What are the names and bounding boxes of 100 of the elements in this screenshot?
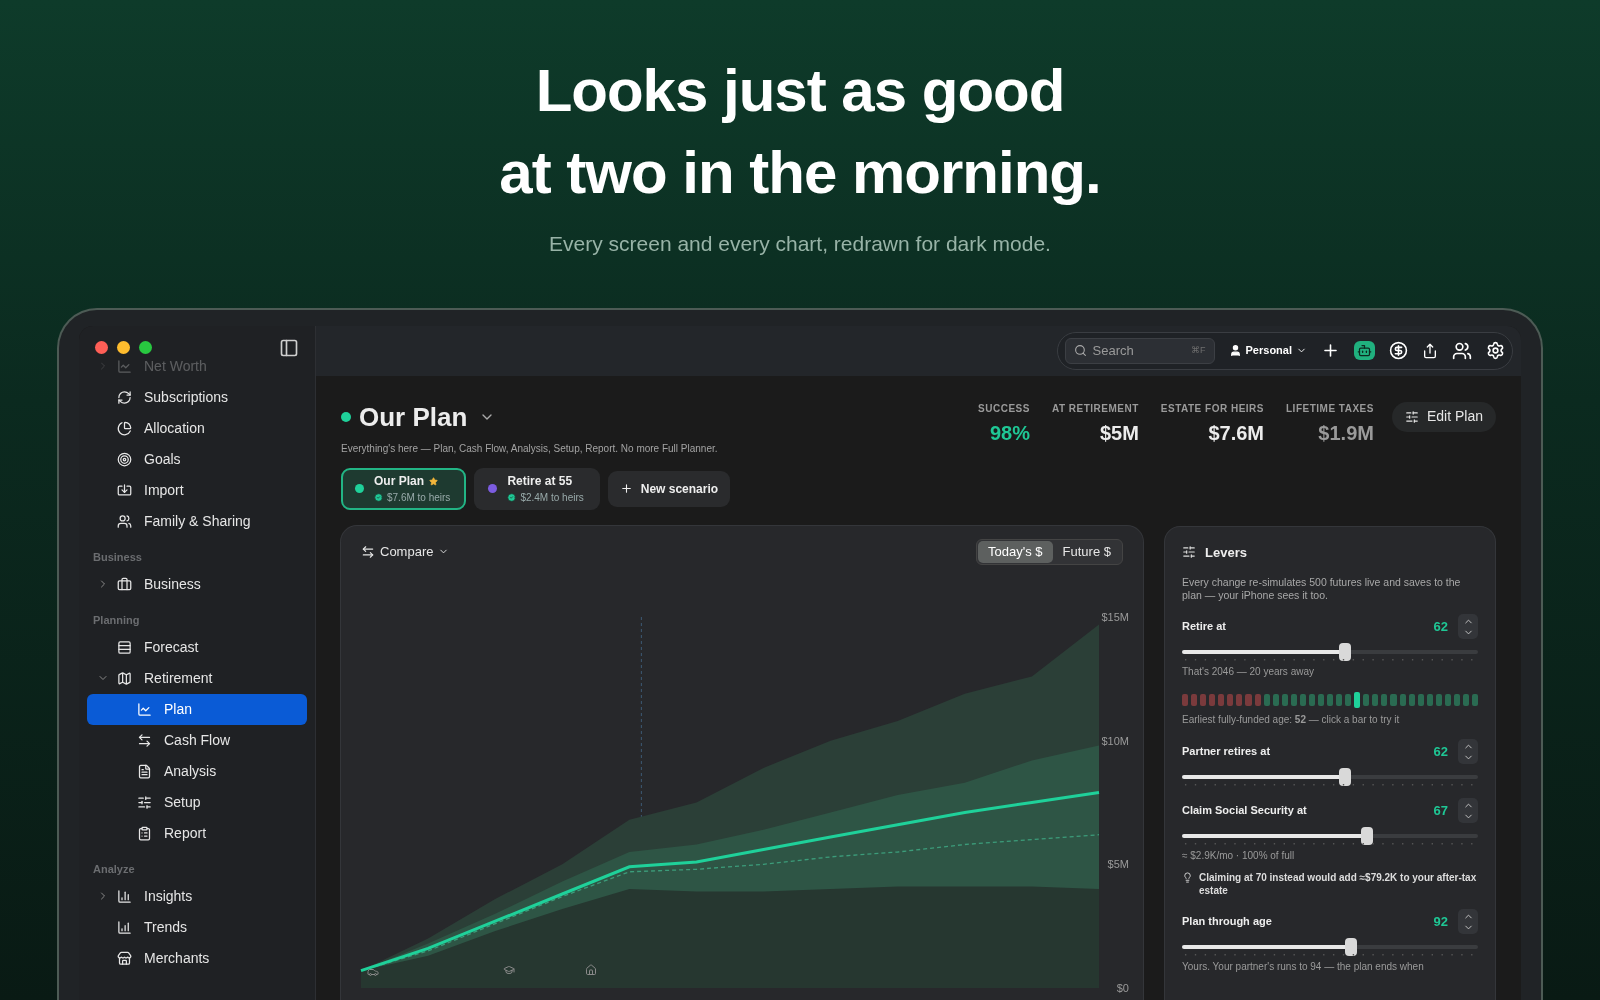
compare-menu[interactable]: Compare	[361, 541, 450, 562]
add-icon	[619, 482, 633, 495]
lever-value: 92	[1433, 912, 1448, 931]
scenario-name: Retire at 55	[507, 473, 573, 490]
line-chart-icon	[137, 701, 152, 717]
check-icon	[374, 493, 383, 502]
document-icon	[137, 763, 152, 779]
add-icon[interactable]	[1321, 341, 1340, 360]
sidebar-item[interactable]: Retirement	[87, 662, 307, 694]
section-heading: Business	[92, 550, 143, 565]
sidebar-item[interactable]: Business	[87, 568, 307, 600]
search-input[interactable]: Search	[1092, 340, 1173, 361]
sidebar-item[interactable]: Trends	[87, 911, 307, 943]
sidebar-item[interactable]: Report	[87, 817, 307, 849]
sidebar-item[interactable]: Setup	[87, 786, 307, 818]
sidebar-item[interactable]: Goals	[87, 443, 307, 475]
share-icon[interactable]	[1422, 342, 1438, 359]
lever-label: Retire at	[1182, 619, 1227, 635]
stepper[interactable]	[1458, 909, 1478, 934]
stat-value: $7.6M	[1208, 420, 1264, 446]
stepper[interactable]	[1458, 798, 1478, 823]
store-icon	[117, 950, 132, 966]
lever-label: Partner retires at	[1182, 744, 1271, 760]
stepper[interactable]	[1458, 614, 1478, 639]
lever-value: 62	[1433, 617, 1448, 636]
sidebar-item[interactable]: Import	[87, 474, 307, 506]
sidebar-item[interactable]: Subscriptions	[87, 381, 307, 413]
check-icon	[507, 493, 517, 502]
slider-thumb[interactable]	[1338, 768, 1351, 786]
axis-label: $10M	[1101, 734, 1129, 747]
zoom-button[interactable]	[139, 341, 152, 354]
car-icon	[367, 968, 379, 976]
bars-caption: Earliest fully-funded age: 52 — click a bar to try it	[1182, 713, 1401, 727]
import-icon	[117, 482, 132, 498]
minimize-button[interactable]	[117, 341, 130, 354]
sidebar-item[interactable]: Merchants	[87, 942, 307, 974]
profile-menu[interactable]: Personal	[1228, 342, 1307, 359]
sidebar-item[interactable]: Insights	[87, 880, 307, 912]
sliders-icon	[1182, 545, 1196, 560]
lever-note: That's 2046 — 20 years away	[1182, 665, 1315, 679]
toggle-option[interactable]: Today's $	[978, 540, 1053, 563]
search-icon	[1073, 344, 1087, 357]
star-icon	[429, 476, 438, 486]
column-chart-icon	[117, 919, 132, 935]
slider-track[interactable]	[1182, 775, 1478, 779]
shortcut-label: ⌘F	[1191, 343, 1206, 357]
slider-track[interactable]	[1182, 650, 1478, 654]
sliders-icon	[1404, 409, 1419, 424]
sliders-icon	[137, 794, 152, 810]
scenario-card[interactable]: Retire at 55 $2.4M to heirs	[474, 467, 600, 510]
slider-thumb[interactable]	[1344, 938, 1357, 956]
clipboard-icon	[137, 825, 152, 841]
target-icon	[117, 451, 132, 467]
arrows-icon	[137, 732, 152, 748]
levers-description: Every change re-simulates 500 futures live and saves to the plan — your iPhone sees it too.	[1182, 576, 1462, 602]
robot-icon[interactable]	[1354, 341, 1375, 360]
scenario-detail: $2.4M to heirs	[520, 491, 584, 505]
briefcase-icon	[117, 576, 132, 592]
sidebar-item[interactable]: Forecast	[87, 631, 307, 663]
lever-value: 67	[1433, 801, 1448, 820]
stepper[interactable]	[1458, 739, 1478, 764]
lever-note: ≈ $2.9K/mo · 100% of full	[1182, 849, 1296, 863]
person-icon	[1228, 344, 1242, 357]
edit-plan-button[interactable]: Edit Plan	[1391, 401, 1496, 432]
pie-chart-icon	[117, 420, 132, 436]
lightbulb-icon	[1182, 872, 1193, 883]
sidebar-item[interactable]: Analysis	[87, 755, 307, 787]
slider-track[interactable]	[1182, 945, 1478, 949]
slider-track[interactable]	[1182, 834, 1478, 838]
bar-chart-icon	[117, 888, 132, 904]
section-heading: Analyze	[92, 862, 136, 877]
close-button[interactable]	[95, 341, 108, 354]
scenario-card[interactable]: Our Plan $7.6M to heirs	[341, 467, 467, 510]
stat-label: LIFETIME TAXES	[1286, 401, 1374, 416]
rows-icon	[117, 639, 132, 655]
plan-subtitle: Everything's here — Plan, Cash Flow, Analysis, Setup, Report. No more Full Planner.	[341, 441, 718, 456]
sidebar-item[interactable]: Plan	[87, 693, 307, 725]
sidebar-item[interactable]: Family & Sharing	[87, 505, 307, 537]
lever-note: Yours. Your partner's runs to 94 — the plan ends when	[1182, 960, 1425, 974]
axis-label: $0	[1116, 981, 1129, 994]
sidebar-item[interactable]: Allocation	[87, 412, 307, 444]
levers-title: Levers	[1205, 543, 1247, 562]
stat-label: AT RETIREMENT	[1051, 401, 1139, 416]
age-bar[interactable]	[1354, 692, 1361, 708]
toggle-option[interactable]: Future $	[1052, 540, 1121, 563]
people-icon[interactable]	[1452, 340, 1472, 361]
new-scenario-button[interactable]: New scenario	[607, 470, 731, 507]
sidebar-item[interactable]: Cash Flow	[87, 724, 307, 756]
slider-thumb[interactable]	[1361, 827, 1373, 845]
scenario-name: Our Plan	[374, 473, 424, 490]
scenario-detail: $7.6M to heirs	[387, 491, 451, 505]
stat-value: 98%	[989, 420, 1030, 446]
stat-value: $1.9M	[1318, 420, 1374, 446]
lever-label: Plan through age	[1182, 914, 1272, 930]
slider-thumb[interactable]	[1338, 643, 1351, 661]
plan-title[interactable]: Our Plan	[359, 397, 468, 437]
sidebar-toggle-icon[interactable]	[279, 337, 299, 358]
lever-tip: Claiming at 70 instead would add ≈$79.2K to your after-tax estate	[1199, 871, 1478, 897]
settings-icon[interactable]	[1486, 341, 1505, 360]
line-chart-icon	[117, 358, 132, 374]
